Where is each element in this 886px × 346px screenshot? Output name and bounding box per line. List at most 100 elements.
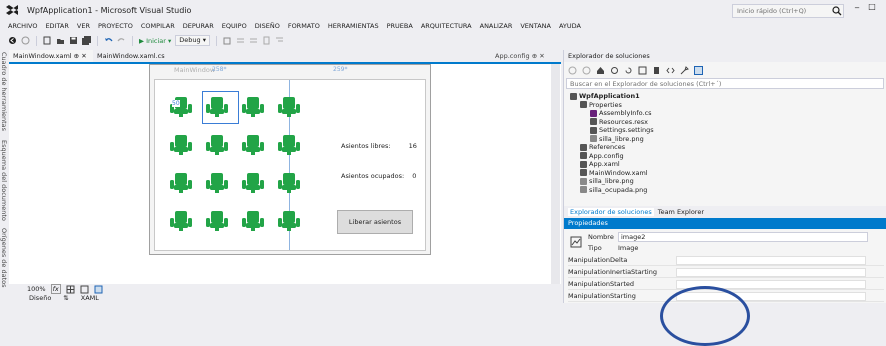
toolbox-tab[interactable]: Cuadro de herramientas [0, 52, 8, 131]
back-icon[interactable] [568, 66, 577, 75]
undo-icon[interactable] [104, 36, 113, 45]
menu-compilar[interactable]: COMPILAR [141, 22, 175, 30]
menu-ventana[interactable]: VENTANA [520, 22, 551, 30]
redo-icon[interactable] [117, 36, 126, 45]
save-icon[interactable] [69, 36, 78, 45]
tab-mainwindow-xaml[interactable]: MainWindow.xaml ⊕ ✕ [9, 50, 93, 62]
open-file-icon[interactable] [56, 36, 65, 45]
minimize-button[interactable]: ‒ [852, 3, 862, 12]
menu-prueba[interactable]: PRUEBA [387, 22, 413, 30]
quick-launch-input[interactable]: Inicio rápido (Ctrl+Q) [732, 4, 844, 18]
solution-search-input[interactable]: Buscar en el Explorador de soluciones (C… [566, 78, 884, 89]
seat-image[interactable] [241, 210, 265, 232]
menu-formato[interactable]: FORMATO [288, 22, 320, 30]
selected-image-adorner[interactable] [202, 91, 239, 124]
menu-proyecto[interactable]: PROYECTO [98, 22, 133, 30]
new-project-icon[interactable] [43, 36, 52, 45]
seat-image[interactable] [169, 134, 193, 156]
window-preview-content[interactable]: Asientos libres: 16 Asientos ocupados: 0… [154, 79, 426, 251]
seat-image[interactable] [169, 210, 193, 232]
menu-analizar[interactable]: ANALIZAR [480, 22, 513, 30]
view-code-icon[interactable] [666, 66, 675, 75]
document-outline-tab[interactable]: Esquema del documento [0, 140, 8, 221]
solution-tree-item[interactable]: Resources.resx [590, 118, 648, 126]
pin-icon[interactable]: ⊕ [74, 52, 79, 60]
menu-arquitectura[interactable]: ARQUITECTURA [421, 22, 472, 30]
seat-image[interactable] [277, 96, 301, 118]
close-icon[interactable]: ✕ [539, 52, 544, 60]
collapse-all-icon[interactable] [638, 66, 647, 75]
tab-solution-explorer[interactable]: Explorador de soluciones [568, 208, 654, 216]
forward-icon[interactable] [21, 36, 30, 45]
swap-panes-icon[interactable]: ⇅ [63, 294, 68, 303]
seat-image[interactable] [205, 172, 229, 194]
fx-button[interactable]: fx [50, 284, 61, 294]
solution-tree-item[interactable]: References [580, 143, 625, 151]
seat-image[interactable] [277, 134, 301, 156]
grid-icon[interactable] [66, 285, 75, 294]
menu-ayuda[interactable]: AYUDA [559, 22, 581, 30]
solution-tree-item[interactable]: Settings.settings [590, 126, 654, 134]
menu-editar[interactable]: EDITAR [45, 22, 68, 30]
sync-icon[interactable] [610, 66, 619, 75]
release-seats-button[interactable]: Liberar asientos [337, 210, 413, 234]
seat-image[interactable] [169, 172, 193, 194]
menu-equipo[interactable]: EQUIPO [222, 22, 247, 30]
property-value-field[interactable] [676, 268, 866, 277]
show-all-files-icon[interactable] [652, 66, 661, 75]
tab-team-explorer[interactable]: Team Explorer [658, 208, 704, 216]
start-debugging-button[interactable]: ▶ Iniciar ▾ [139, 37, 171, 45]
snap-grid-icon[interactable] [80, 285, 89, 294]
column-width-right[interactable]: 259* [333, 66, 347, 73]
solution-tree-item[interactable]: AssemblyInfo.cs [590, 109, 652, 117]
solution-tree-item[interactable]: MainWindow.xaml [580, 169, 648, 177]
refresh-icon[interactable] [624, 66, 633, 75]
column-width-left[interactable]: 258* [212, 66, 226, 73]
forward-icon[interactable] [582, 66, 591, 75]
menu-depurar[interactable]: DEPURAR [183, 22, 214, 30]
property-row[interactable]: ManipulationInertiaStarting [568, 268, 884, 278]
maximize-button[interactable]: □ [866, 2, 878, 11]
close-icon[interactable]: ✕ [81, 52, 86, 60]
comment-icon[interactable] [236, 36, 245, 45]
seat-image[interactable] [241, 96, 265, 118]
seat-image[interactable] [205, 134, 229, 156]
tab-app-config[interactable]: App.config ⊕ ✕ [491, 50, 561, 62]
designer-vertical-scrollbar[interactable] [551, 64, 560, 284]
properties-icon[interactable] [680, 65, 689, 75]
zoom-dropdown[interactable]: 100% [27, 285, 46, 293]
menu-ver[interactable]: VER [77, 22, 90, 30]
property-value-field[interactable] [676, 256, 866, 265]
solution-tree-item[interactable]: silla_ocupada.png [580, 186, 647, 194]
snap-lines-icon[interactable] [94, 285, 103, 294]
tab-mainwindow-cs[interactable]: MainWindow.xaml.cs [93, 50, 179, 62]
seat-image[interactable] [241, 134, 265, 156]
solution-tree-item[interactable]: App.xaml [580, 160, 620, 168]
save-all-icon[interactable] [82, 36, 91, 45]
solution-tree-item[interactable]: WpfApplication1 [570, 92, 640, 100]
uncomment-icon[interactable] [249, 36, 258, 45]
solution-configuration-dropdown[interactable]: Debug ▾ [175, 35, 211, 46]
property-row[interactable]: ManipulationDelta [568, 256, 884, 266]
search-icon[interactable] [832, 6, 842, 16]
indent-icon[interactable] [275, 36, 284, 45]
solution-tree-item[interactable]: silla_libre.png [590, 135, 644, 143]
name-field[interactable]: image2 [618, 232, 868, 242]
find-in-files-icon[interactable] [223, 36, 232, 45]
menu-diseno[interactable]: DISEÑO [255, 22, 280, 30]
seat-image[interactable] [205, 210, 229, 232]
xaml-view-tab[interactable]: XAML [81, 294, 99, 303]
preview-selected-icon[interactable] [694, 65, 703, 75]
home-icon[interactable] [596, 66, 605, 75]
menu-herramientas[interactable]: HERRAMIENTAS [328, 22, 379, 30]
pin-icon[interactable]: ⊕ [532, 52, 537, 60]
wpf-window-preview[interactable]: MainWindow 258* 259* Asientos libres: 16… [149, 64, 431, 255]
back-icon[interactable] [8, 36, 17, 45]
design-view-tab[interactable]: Diseño [29, 294, 51, 303]
solution-tree-item[interactable]: Properties [580, 101, 622, 109]
seat-image[interactable] [277, 210, 301, 232]
solution-tree-item[interactable]: silla_libre.png [580, 177, 634, 185]
data-sources-tab[interactable]: Orígenes de datos [0, 228, 8, 288]
solution-tree-item[interactable]: App.config [580, 152, 624, 160]
seat-image[interactable] [277, 172, 301, 194]
